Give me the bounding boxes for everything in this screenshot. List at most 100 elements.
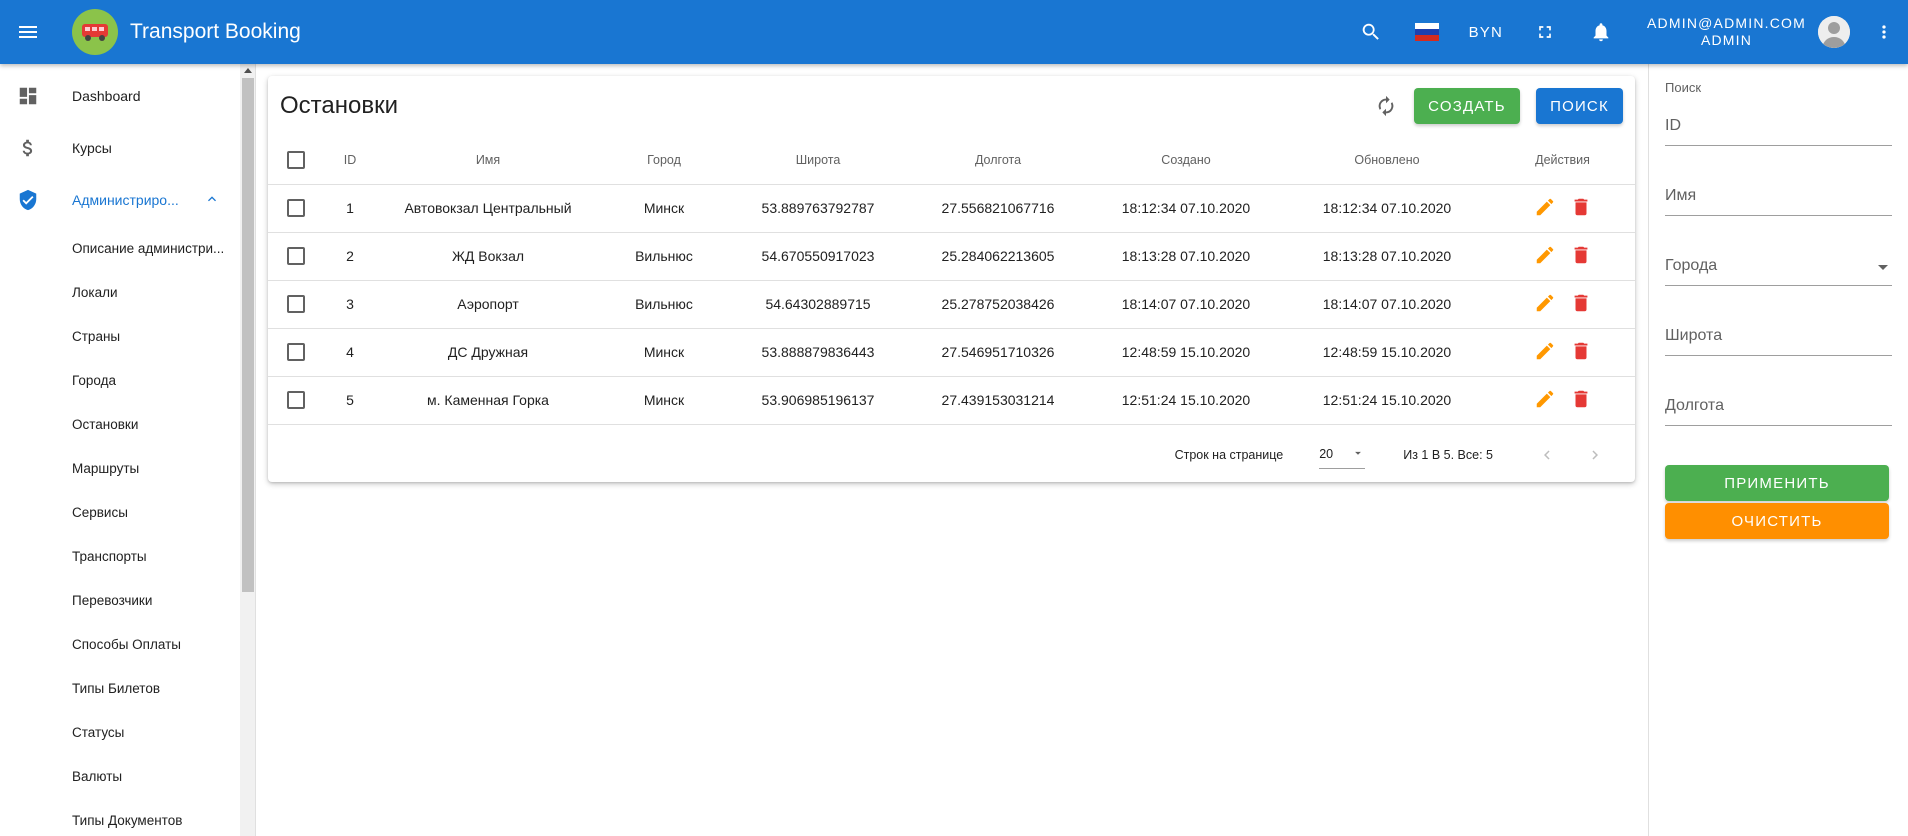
cell-created: 18:12:34 07.10.2020: [1088, 184, 1284, 233]
shield-icon: [0, 189, 72, 211]
filter-name-field[interactable]: Имя: [1665, 187, 1892, 257]
cell-city: Минск: [600, 328, 728, 377]
delete-trash-icon[interactable]: [1570, 244, 1592, 269]
edit-pencil-icon[interactable]: [1534, 388, 1556, 413]
sidebar-subitem[interactable]: Описание администри...: [0, 226, 240, 270]
column-header[interactable]: Широта: [728, 136, 908, 185]
cell-city: Вильнюс: [600, 280, 728, 329]
field-underline: [1665, 355, 1892, 356]
cell-lat: 53.906985196137: [728, 376, 908, 425]
delete-trash-icon[interactable]: [1570, 388, 1592, 413]
filter-panel: Поиск ID Имя Города Широта Долгота ПРИМЕ…: [1648, 64, 1908, 836]
fullscreen-icon[interactable]: [1517, 0, 1573, 64]
cell-lon: 27.556821067716: [908, 184, 1088, 233]
edit-pencil-icon[interactable]: [1534, 196, 1556, 221]
edit-pencil-icon[interactable]: [1534, 244, 1556, 269]
sidebar-subitem[interactable]: Локали: [0, 270, 240, 314]
cell-id: 1: [324, 184, 376, 233]
prev-page-icon[interactable]: [1523, 446, 1571, 464]
scrollbar-thumb[interactable]: [242, 78, 254, 592]
edit-pencil-icon[interactable]: [1534, 340, 1556, 365]
sidebar-scrollbar[interactable]: [240, 64, 255, 836]
row-checkbox[interactable]: [287, 343, 305, 362]
sidebar-subitem[interactable]: Транспорты: [0, 534, 240, 578]
avatar[interactable]: [1818, 16, 1850, 48]
apply-button[interactable]: ПРИМЕНИТЬ: [1665, 465, 1889, 501]
delete-trash-icon[interactable]: [1570, 340, 1592, 365]
sidebar-subitem[interactable]: Валюты: [0, 754, 240, 798]
cell-lon: 25.284062213605: [908, 232, 1088, 281]
column-header[interactable]: Обновлено: [1284, 136, 1490, 185]
table-row[interactable]: 4 ДС Дружная Минск 53.888879836443 27.54…: [268, 328, 1635, 377]
dashboard-icon: [0, 85, 72, 107]
sidebar-subitem[interactable]: Города: [0, 358, 240, 402]
row-checkbox[interactable]: [287, 247, 305, 266]
search-icon[interactable]: [1343, 0, 1399, 64]
column-header[interactable]: Долгота: [908, 136, 1088, 185]
row-checkbox[interactable]: [287, 391, 305, 410]
filter-city-select[interactable]: Города: [1665, 257, 1892, 327]
table-row[interactable]: 5 м. Каменная Горка Минск 53.90698519613…: [268, 376, 1635, 425]
cell-updated: 12:51:24 15.10.2020: [1284, 376, 1490, 425]
cell-lat: 53.889763792787: [728, 184, 908, 233]
row-checkbox[interactable]: [287, 199, 305, 218]
notifications-bell-icon[interactable]: [1573, 0, 1629, 64]
row-checkbox[interactable]: [287, 295, 305, 314]
filter-panel-title: Поиск: [1665, 80, 1702, 95]
sidebar-subitem[interactable]: Остановки: [0, 402, 240, 446]
cell-created: 18:13:28 07.10.2020: [1088, 232, 1284, 281]
filter-lat-field[interactable]: Широта: [1665, 327, 1892, 397]
refresh-icon[interactable]: [1366, 86, 1406, 126]
cell-name: Автовокзал Центральный: [376, 184, 600, 233]
user-info[interactable]: ADMIN@ADMIN.COM ADMIN: [1629, 15, 1818, 49]
cell-name: Аэропорт: [376, 280, 600, 329]
clear-button[interactable]: ОЧИСТИТЬ: [1665, 503, 1889, 539]
filter-lon-field[interactable]: Долгота: [1665, 397, 1892, 467]
pagination-bar: Строк на странице 20 Из 1 В 5. Все: 5: [268, 425, 1635, 485]
sidebar-item-dashboard[interactable]: Dashboard: [0, 70, 240, 122]
filter-id-field[interactable]: ID: [1665, 117, 1892, 187]
field-label: Города: [1665, 257, 1718, 274]
currency-selector[interactable]: BYN: [1455, 24, 1517, 41]
sidebar-subitem[interactable]: Статусы: [0, 710, 240, 754]
cell-updated: 12:48:59 15.10.2020: [1284, 328, 1490, 377]
rows-per-page-label: Строк на странице: [1174, 447, 1284, 462]
rows-per-page-select[interactable]: 20: [1319, 441, 1366, 469]
next-page-icon[interactable]: [1571, 446, 1619, 464]
scroll-up-arrow-icon[interactable]: [244, 68, 252, 73]
sidebar-subitem[interactable]: Перевозчики: [0, 578, 240, 622]
delete-trash-icon[interactable]: [1570, 196, 1592, 221]
table-row[interactable]: 3 Аэропорт Вильнюс 54.64302889715 25.278…: [268, 280, 1635, 329]
app-bar: Transport Booking BYN ADMIN@ADMIN.COM AD…: [0, 0, 1908, 64]
more-vert-icon[interactable]: [1860, 0, 1908, 64]
search-button[interactable]: ПОИСК: [1536, 88, 1623, 124]
russian-flag-icon[interactable]: [1399, 0, 1455, 64]
cell-lat: 53.888879836443: [728, 328, 908, 377]
cell-id: 3: [324, 280, 376, 329]
sidebar-item-administration[interactable]: Администриро...: [0, 174, 240, 226]
sidebar-subitem[interactable]: Страны: [0, 314, 240, 358]
sidebar-subitem[interactable]: Типы Документов: [0, 798, 240, 836]
sidebar-item-rates[interactable]: Курсы: [0, 122, 240, 174]
menu-icon[interactable]: [0, 0, 56, 64]
column-header[interactable]: ID: [324, 136, 376, 185]
edit-pencil-icon[interactable]: [1534, 292, 1556, 317]
sidebar-subitem[interactable]: Маршруты: [0, 446, 240, 490]
cell-id: 5: [324, 376, 376, 425]
table-row[interactable]: 2 ЖД Вокзал Вильнюс 54.670550917023 25.2…: [268, 232, 1635, 281]
chevron-up-icon[interactable]: [204, 191, 220, 210]
column-header[interactable]: Город: [600, 136, 728, 185]
column-header[interactable]: Создано: [1088, 136, 1284, 185]
column-header[interactable]: Имя: [376, 136, 600, 185]
cell-name: ЖД Вокзал: [376, 232, 600, 281]
select-all-checkbox[interactable]: [287, 150, 305, 169]
sidebar-subitem[interactable]: Сервисы: [0, 490, 240, 534]
table-row[interactable]: 1 Автовокзал Центральный Минск 53.889763…: [268, 184, 1635, 233]
create-button[interactable]: СОЗДАТЬ: [1414, 88, 1520, 124]
stops-card: Остановки СОЗДАТЬ ПОИСК ID Имя Город Шир…: [268, 76, 1635, 482]
delete-trash-icon[interactable]: [1570, 292, 1592, 317]
cell-name: ДС Дружная: [376, 328, 600, 377]
sidebar-subitem[interactable]: Способы Оплаты: [0, 622, 240, 666]
field-underline: [1665, 215, 1892, 216]
sidebar-subitem[interactable]: Типы Билетов: [0, 666, 240, 710]
